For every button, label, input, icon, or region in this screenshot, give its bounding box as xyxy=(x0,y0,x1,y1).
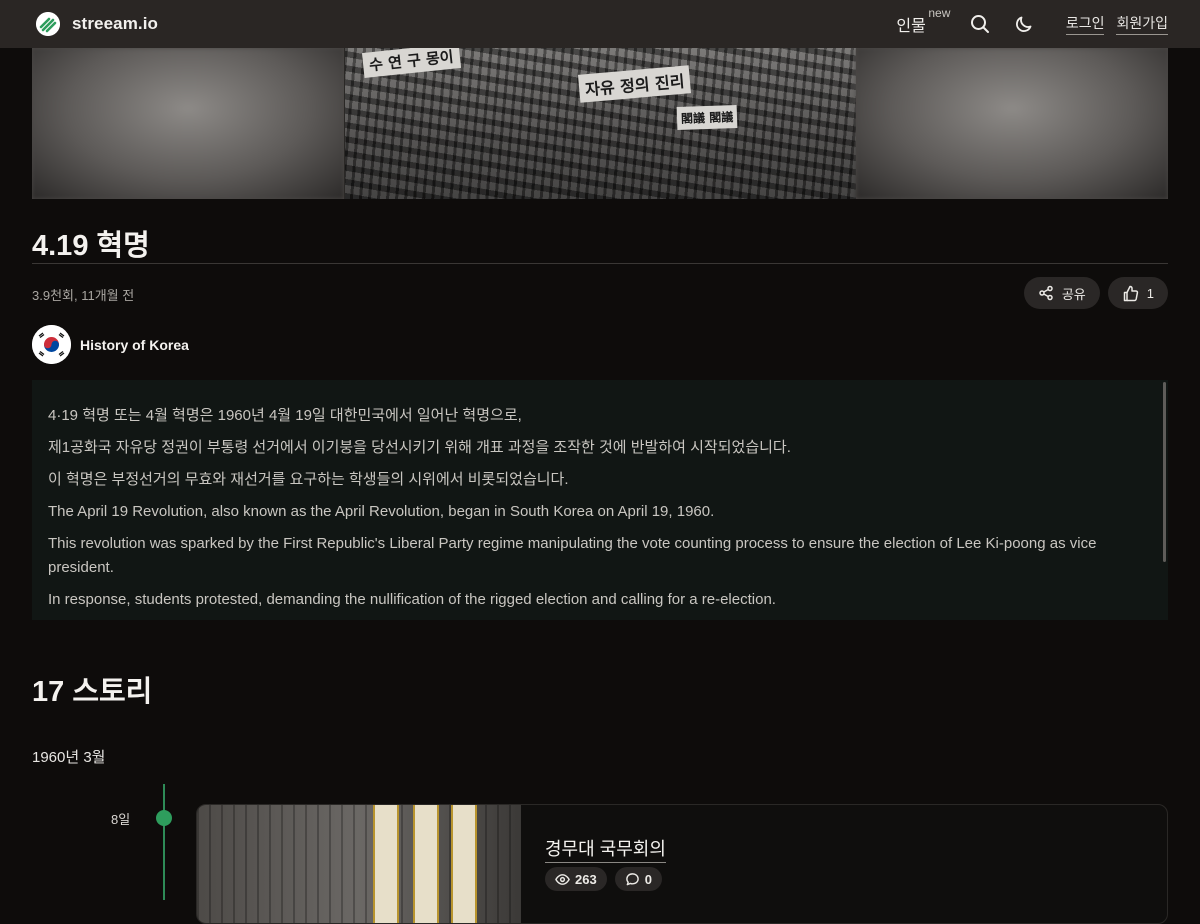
top-navigation-bar: streeam.io 인물 new 로그인 회원가입 xyxy=(0,0,1200,48)
description-box: 4·19 혁명 또는 4월 혁명은 1960년 4월 19일 대한민국에서 일어… xyxy=(32,380,1168,620)
brand-logo-link[interactable]: streeam.io xyxy=(36,12,158,36)
timeline-month-label: 1960년 3월 xyxy=(32,749,106,766)
share-icon xyxy=(1039,285,1053,301)
login-link[interactable]: 로그인 xyxy=(1065,13,1105,35)
brand-name: streeam.io xyxy=(72,14,159,33)
comment-count: 0 xyxy=(644,871,652,887)
new-badge: new xyxy=(928,6,951,20)
eye-icon xyxy=(555,873,570,885)
description-line: This revolution was sparked by the First… xyxy=(48,535,1097,576)
moon-icon xyxy=(1015,16,1032,32)
streeam-logo-icon xyxy=(36,12,60,36)
channel-avatar xyxy=(32,325,71,364)
thumbs-up-icon xyxy=(1123,285,1138,301)
header-actions: 인물 new 로그인 회원가입 xyxy=(896,6,1168,36)
description-scrollbar[interactable] xyxy=(1163,382,1166,562)
view-count: 263 xyxy=(575,871,597,887)
search-icon xyxy=(970,15,989,33)
theme-toggle-button[interactable] xyxy=(1012,12,1036,36)
thumbnail-blur-right xyxy=(856,48,1168,199)
document-scroll-strip xyxy=(451,805,477,923)
description-line: 이 혁명은 부정선거의 무효와 재선거를 요구하는 학생들의 시위에서 비롯되었… xyxy=(48,471,569,488)
title-divider xyxy=(32,263,1168,264)
like-button[interactable]: 1 xyxy=(1107,277,1168,309)
story-card[interactable]: 경무대 국무회의 263 0 xyxy=(196,804,1168,924)
view-count-badge: 263 xyxy=(545,867,607,891)
channel-name: History of Korea xyxy=(80,336,189,353)
story-stats: 263 0 xyxy=(545,867,662,891)
nav-people-link[interactable]: 인물 new xyxy=(896,6,953,36)
signup-link[interactable]: 회원가입 xyxy=(1116,13,1168,35)
protest-banner-center: 자유 정의 진리 xyxy=(577,65,692,103)
story-thumbnail xyxy=(197,805,521,923)
stories-heading: 17 스토리 xyxy=(32,676,153,708)
channel-info[interactable]: History of Korea xyxy=(32,325,189,364)
comment-count-badge: 0 xyxy=(614,867,662,891)
protest-photo: 수 연 구 몽이 자유 정의 진리 閣議 閣議 xyxy=(344,48,856,199)
description-line: 4·19 혁명 또는 4월 혁명은 1960년 4월 19일 대한민국에서 일어… xyxy=(48,407,522,424)
protest-banner-right: 閣議 閣議 xyxy=(676,104,738,131)
timeline-day-label: 8일 xyxy=(111,812,131,827)
description-line: The April 19 Revolution, also known as t… xyxy=(48,503,715,520)
share-label: 공유 xyxy=(1061,286,1086,302)
video-actions: 공유 1 xyxy=(1023,277,1168,309)
description-line: In response, students protested, demandi… xyxy=(48,591,776,608)
story-title[interactable]: 경무대 국무회의 xyxy=(545,835,666,863)
document-scroll-strip xyxy=(413,805,439,923)
like-count: 1 xyxy=(1146,285,1154,301)
document-scroll-strip xyxy=(373,805,399,923)
timeline-dot xyxy=(156,810,172,826)
nav-people-label: 인물 xyxy=(896,18,926,35)
share-button[interactable]: 공유 xyxy=(1023,277,1100,309)
description-line: 제1공화국 자유당 정권이 부통령 선거에서 이기붕을 당선시키기 위해 개표 … xyxy=(48,439,791,456)
comment-icon xyxy=(625,872,639,885)
korean-flag-icon xyxy=(32,325,71,364)
timeline-line xyxy=(163,784,165,900)
protest-banner-left: 수 연 구 몽이 xyxy=(361,48,461,78)
page-title: 4.19 혁명 xyxy=(32,230,150,262)
thumbnail-blur-left xyxy=(32,48,344,199)
search-button[interactable] xyxy=(968,12,992,36)
view-count-and-date: 3.9천회, 11개월 전 xyxy=(32,288,135,303)
video-thumbnail[interactable]: 수 연 구 몽이 자유 정의 진리 閣議 閣議 xyxy=(32,48,1168,199)
